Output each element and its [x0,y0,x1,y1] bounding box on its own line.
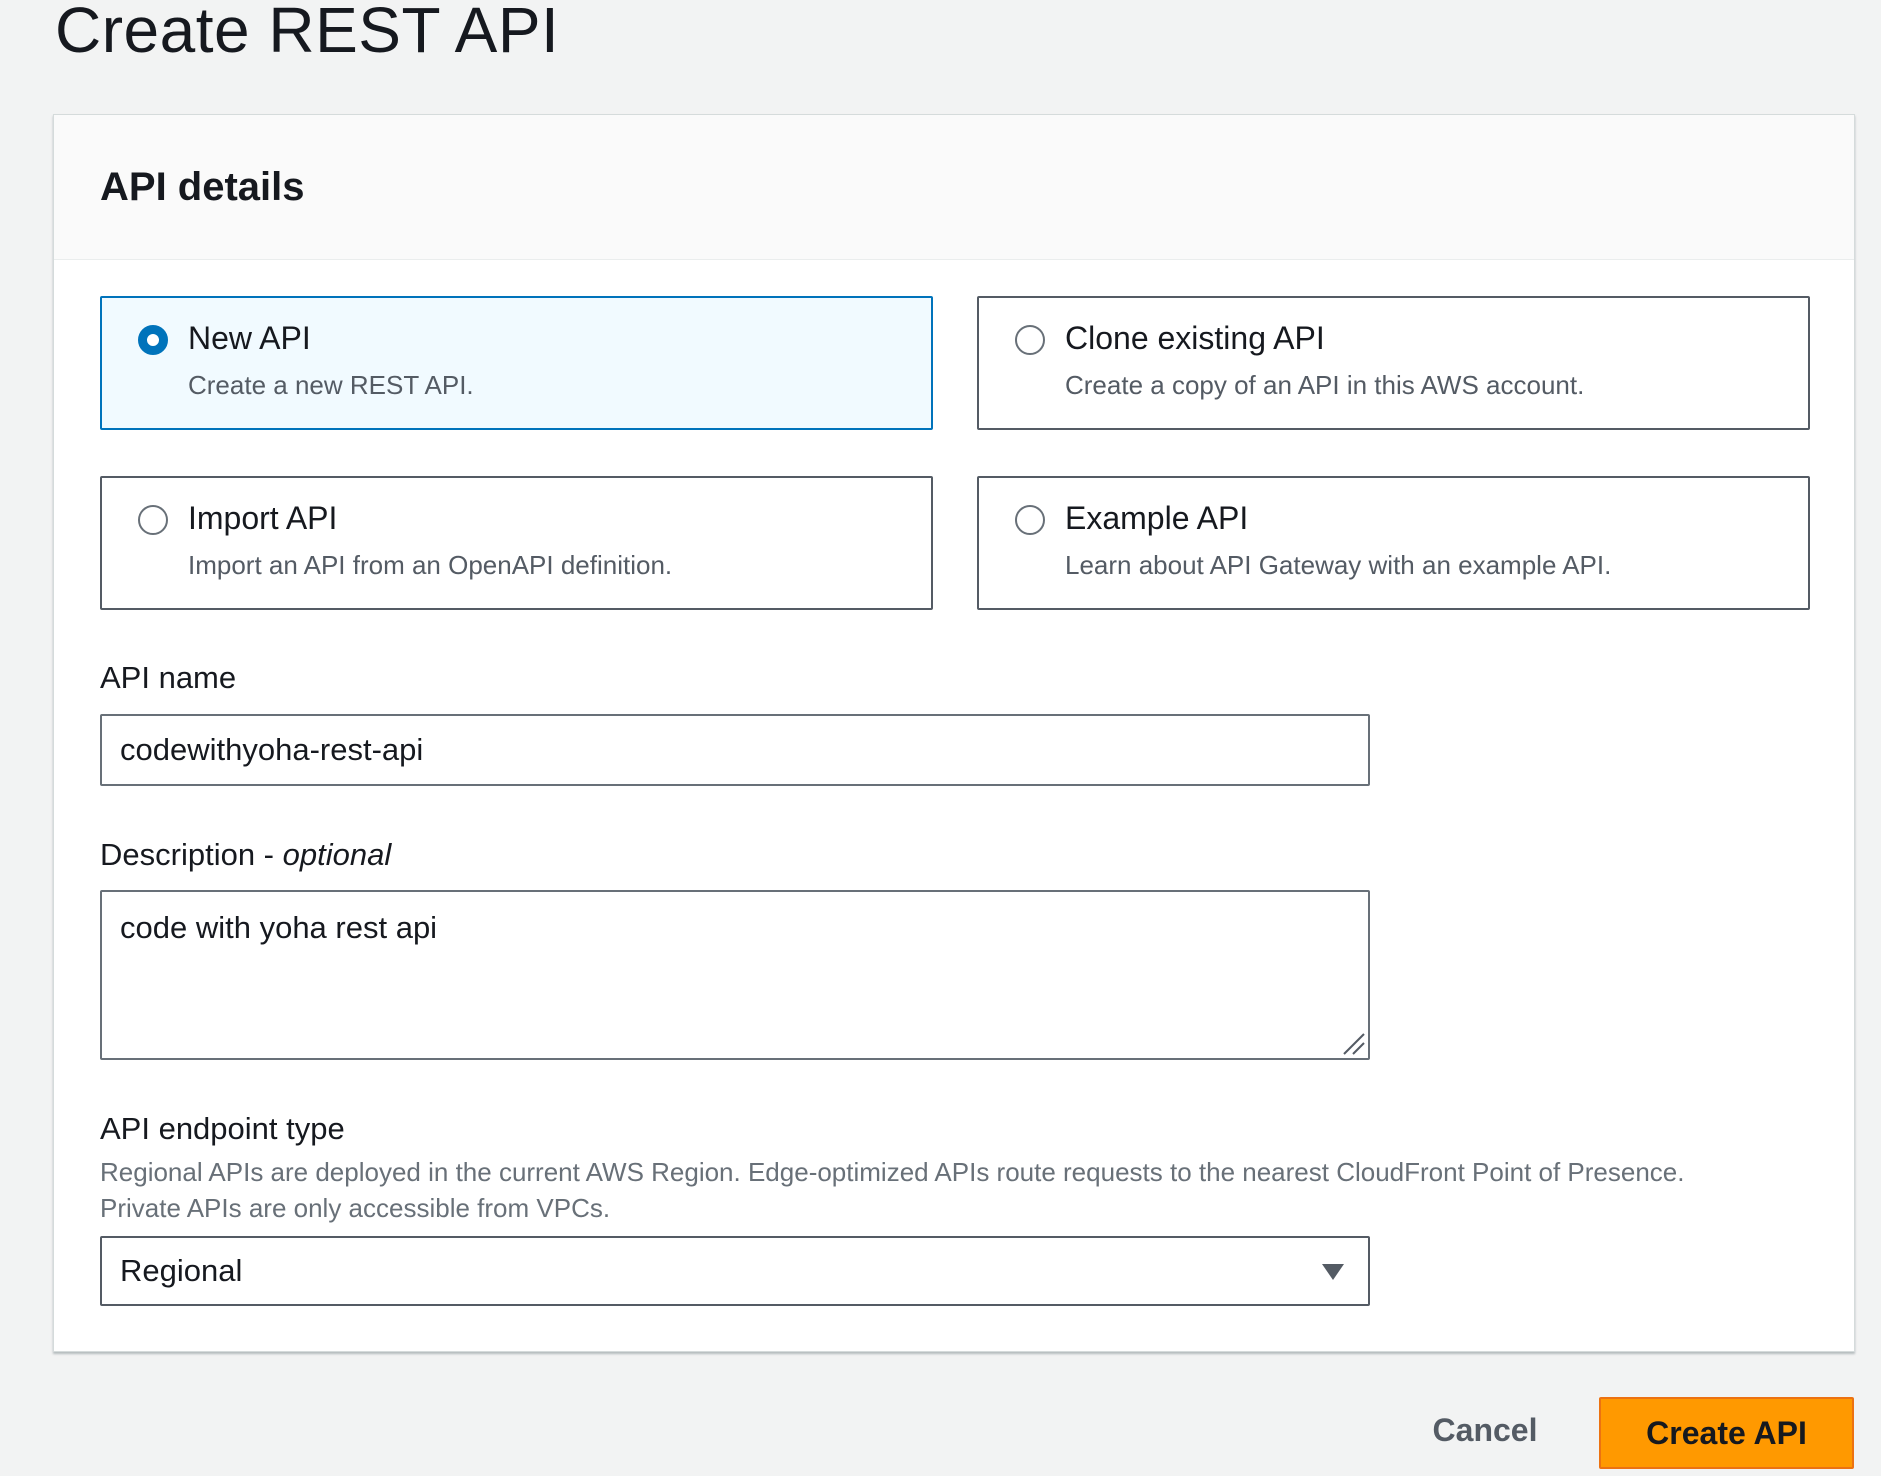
option-import-api[interactable]: Import API Import an API from an OpenAPI… [100,476,933,610]
option-description: Create a new REST API. [188,370,474,400]
api-details-panel: API details New API Create a new REST AP… [53,114,1855,1352]
description-label: Description - optional [100,837,391,873]
endpoint-type-value: Regional [120,1253,243,1288]
option-title: Example API [1065,500,1249,536]
panel-header: API details [54,115,1854,260]
option-new-api[interactable]: New API Create a new REST API. [100,296,933,430]
endpoint-type-hint-line2: Private APIs are only accessible from VP… [100,1193,611,1223]
create-api-button[interactable]: Create API [1599,1397,1854,1469]
description-label-text: Description - [100,837,283,872]
radio-example-api[interactable] [1015,505,1045,535]
api-name-label: API name [100,660,237,695]
option-description: Import an API from an OpenAPI definition… [188,550,673,580]
api-name-value: codewithyoha-rest-api [120,732,424,767]
page-title: Create REST API [55,0,560,66]
resize-grip-icon[interactable] [1340,1030,1366,1056]
radio-clone-existing-api[interactable] [1015,325,1045,355]
description-value: code with yoha rest api [120,910,438,945]
description-textarea[interactable]: code with yoha rest api [100,890,1370,1060]
endpoint-type-label: API endpoint type [100,1111,345,1146]
cancel-button[interactable]: Cancel [1420,1394,1550,1466]
api-name-input[interactable]: codewithyoha-rest-api [100,714,1370,786]
endpoint-type-select[interactable]: Regional [100,1236,1370,1306]
radio-import-api[interactable] [138,505,168,535]
option-example-api[interactable]: Example API Learn about API Gateway with… [977,476,1810,610]
option-description: Learn about API Gateway with an example … [1065,550,1612,580]
radio-new-api[interactable] [138,325,168,355]
option-description: Create a copy of an API in this AWS acco… [1065,370,1585,400]
option-title: New API [188,320,311,356]
endpoint-type-hint-line1: Regional APIs are deployed in the curren… [100,1157,1685,1187]
description-optional-tag: optional [282,837,392,872]
option-title: Clone existing API [1065,320,1325,356]
panel-title: API details [100,164,305,209]
option-title: Import API [188,500,338,536]
caret-down-icon [1322,1264,1344,1280]
option-clone-existing-api[interactable]: Clone existing API Create a copy of an A… [977,296,1810,430]
